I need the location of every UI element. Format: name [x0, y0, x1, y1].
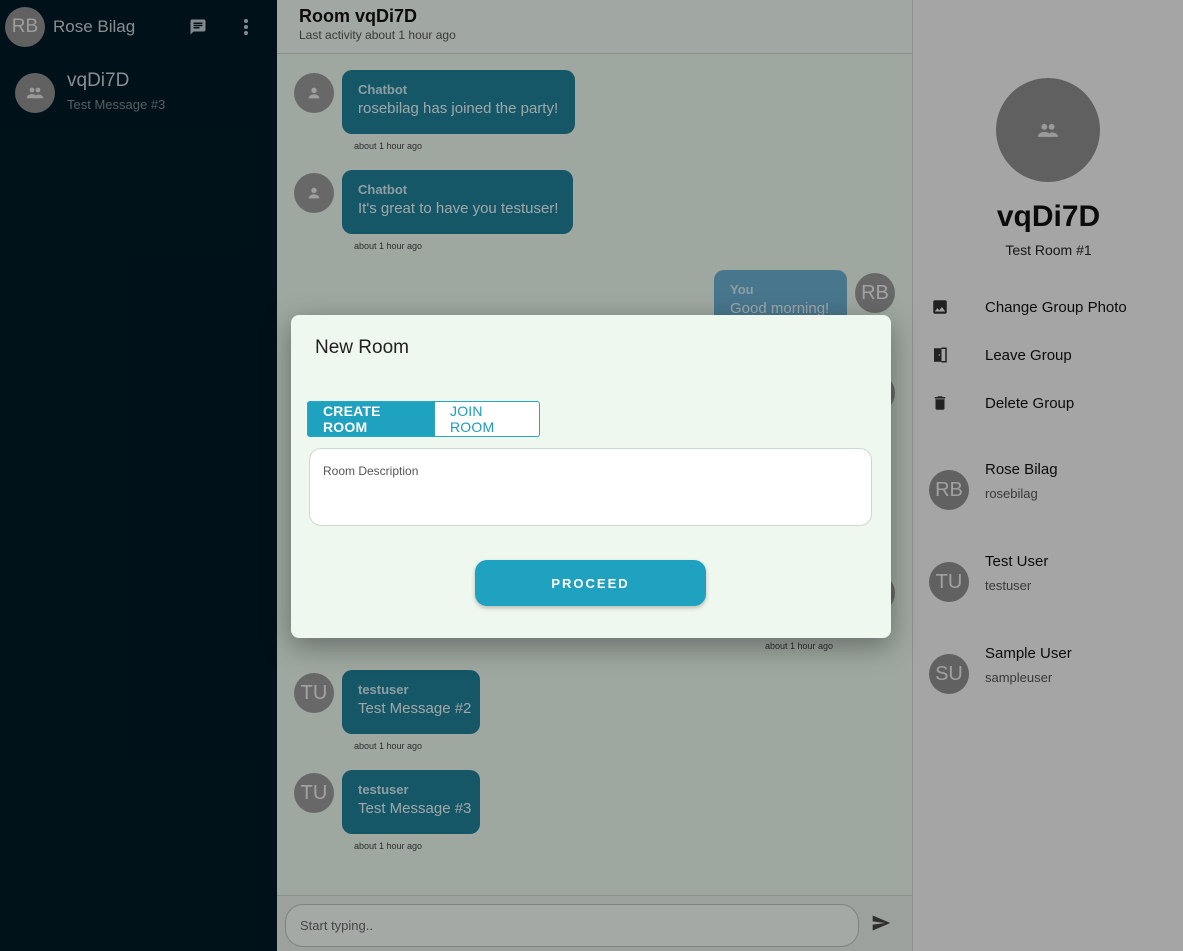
room-description-input[interactable]: [322, 483, 859, 519]
tab-create-room[interactable]: CREATE ROOM: [307, 401, 435, 437]
room-description-label: Room Description: [323, 464, 419, 478]
dialog-title: New Room: [315, 337, 409, 358]
room-mode-tabs: CREATE ROOM JOIN ROOM: [307, 401, 540, 437]
proceed-button[interactable]: PROCEED: [475, 560, 706, 606]
new-room-dialog: New Room CREATE ROOM JOIN ROOM Room Desc…: [291, 315, 891, 638]
room-description-field[interactable]: Room Description: [309, 448, 872, 526]
tab-join-room[interactable]: JOIN ROOM: [435, 401, 540, 437]
